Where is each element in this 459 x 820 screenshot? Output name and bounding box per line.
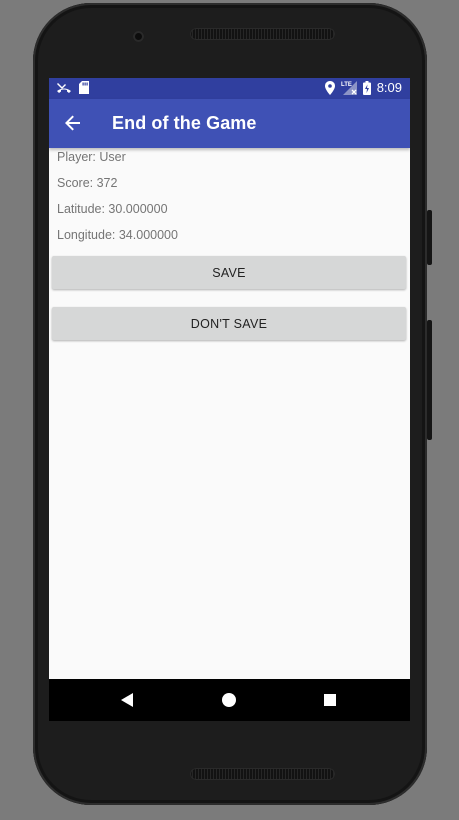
power-button	[427, 320, 432, 440]
status-time: 8:09	[376, 80, 402, 95]
page-title: End of the Game	[112, 113, 257, 133]
lte-label: LTE	[341, 82, 352, 88]
bottom-speaker	[190, 768, 335, 780]
save-button[interactable]: SAVE	[52, 256, 406, 289]
volume-button	[427, 210, 432, 265]
save-button-label: SAVE	[212, 265, 246, 280]
missed-call-icon	[57, 82, 71, 93]
status-right-icons: LTE 8:09	[324, 80, 402, 95]
location-icon	[324, 80, 335, 95]
status-left-icons	[57, 81, 89, 94]
front-camera	[133, 31, 144, 42]
top-speaker	[190, 28, 335, 40]
dont-save-button[interactable]: DON'T SAVE	[52, 307, 406, 340]
back-triangle-icon[interactable]	[118, 690, 138, 710]
arrow-back-icon[interactable]	[63, 113, 83, 133]
recents-square-icon[interactable]	[320, 690, 340, 710]
navigation-bar	[49, 679, 410, 721]
sd-card-icon	[79, 81, 89, 94]
player-text: Player: User	[57, 150, 126, 164]
status-bar: LTE 8:09	[49, 78, 410, 99]
dont-save-button-label: DON'T SAVE	[190, 316, 268, 331]
latitude-text: Latitude: 30.000000	[57, 202, 168, 216]
score-text: Score: 372	[57, 176, 118, 190]
longitude-text: Longitude: 34.000000	[57, 228, 178, 242]
home-circle-icon[interactable]	[219, 690, 239, 710]
screen: LTE 8:09 End of the Game Player: User Sc…	[49, 78, 410, 721]
lte-signal-icon: LTE	[341, 81, 357, 95]
battery-charging-icon	[362, 80, 371, 95]
app-bar: End of the Game	[49, 99, 410, 148]
